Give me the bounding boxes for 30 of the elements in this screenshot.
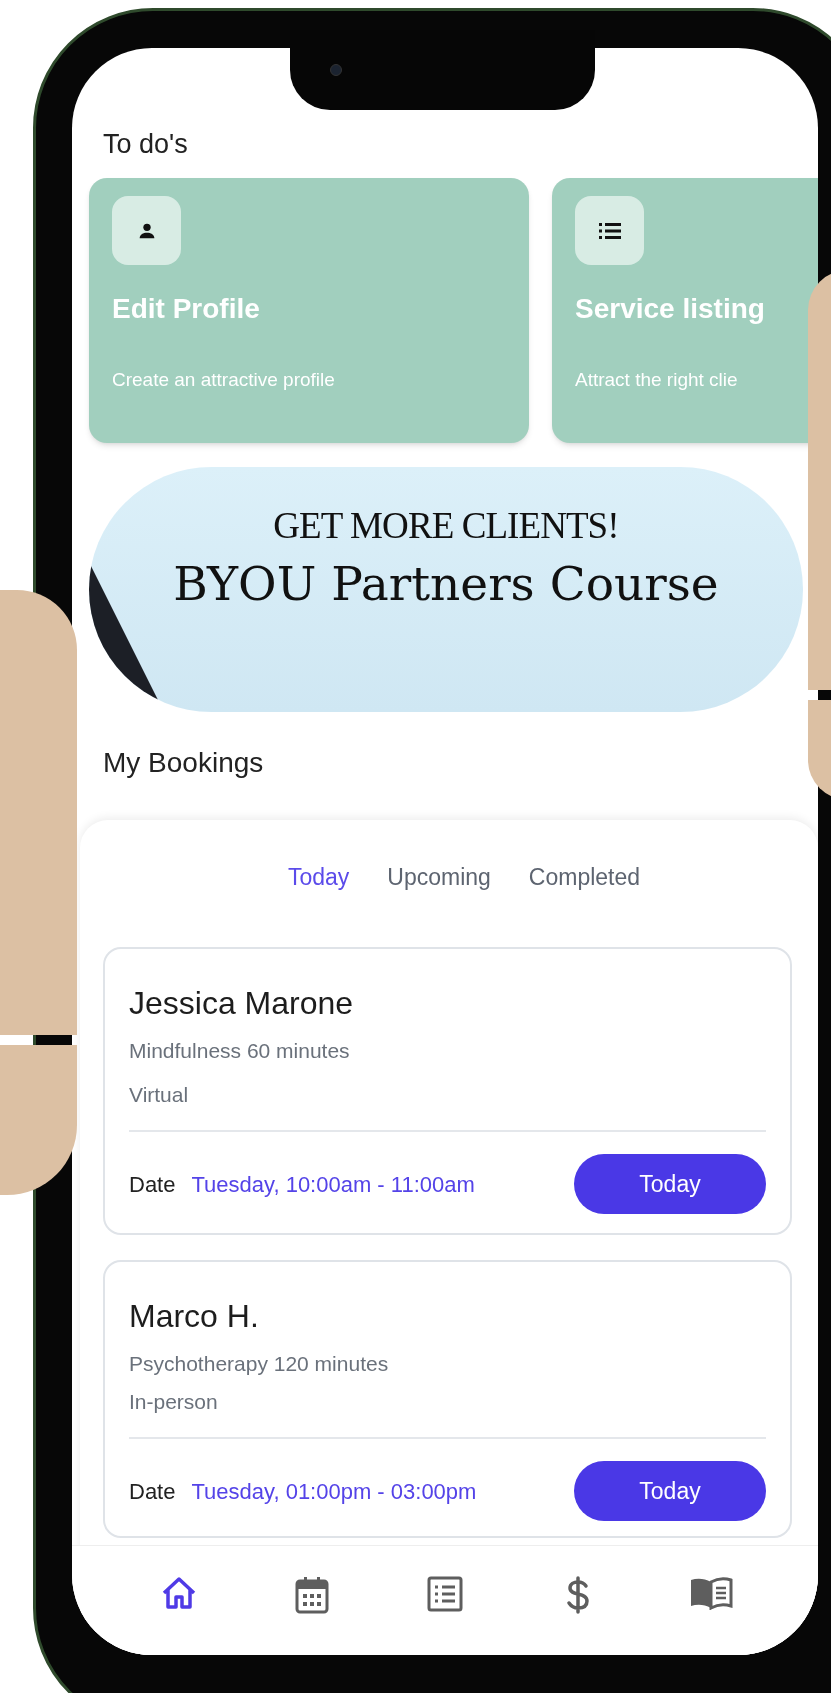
session-type: Virtual	[129, 1081, 190, 1108]
tab[interactable]: Completed	[528, 860, 641, 892]
home-icon[interactable]	[160, 1576, 197, 1610]
course-banner[interactable]: GET MORE CLIENTS! BYOU Partners Course	[89, 467, 803, 712]
card-title: Edit Profile	[112, 292, 261, 326]
camera-icon	[330, 64, 342, 76]
calendar-icon[interactable]	[294, 1576, 329, 1614]
card-subtitle: Attract the right clie	[575, 368, 739, 392]
section-title: My Bookings	[103, 746, 265, 780]
list-icon[interactable]	[426, 1576, 463, 1612]
service-name: Psychotherapy 120 minutes	[129, 1351, 390, 1377]
banner-title: BYOU Partners Course	[173, 560, 719, 607]
session-type: In-person	[129, 1388, 219, 1415]
card-subtitle: Create an attractive profile	[112, 368, 336, 392]
client-name: Jessica Marone	[129, 984, 355, 1023]
dollar-icon[interactable]	[566, 1576, 591, 1614]
booking-time: Tuesday, 01:00pm - 03:00pm	[191, 1477, 477, 1506]
today-button[interactable]: Today	[574, 1154, 766, 1214]
service-name: Mindfulness 60 minutes	[129, 1038, 351, 1064]
tab[interactable]: Today	[287, 860, 350, 892]
client-name: Marco H.	[129, 1297, 260, 1336]
card-title: Service listing	[575, 292, 766, 326]
section-title: To do's	[103, 128, 189, 161]
today-button[interactable]: Today	[574, 1461, 766, 1521]
banner-headline: GET MORE CLIENTS!	[273, 507, 619, 544]
book-icon[interactable]	[689, 1576, 734, 1610]
date-label: Date	[129, 1170, 176, 1199]
booking-time: Tuesday, 10:00am - 11:00am	[191, 1170, 475, 1199]
date-label: Date	[129, 1477, 176, 1506]
tab[interactable]: Upcoming	[387, 860, 491, 892]
